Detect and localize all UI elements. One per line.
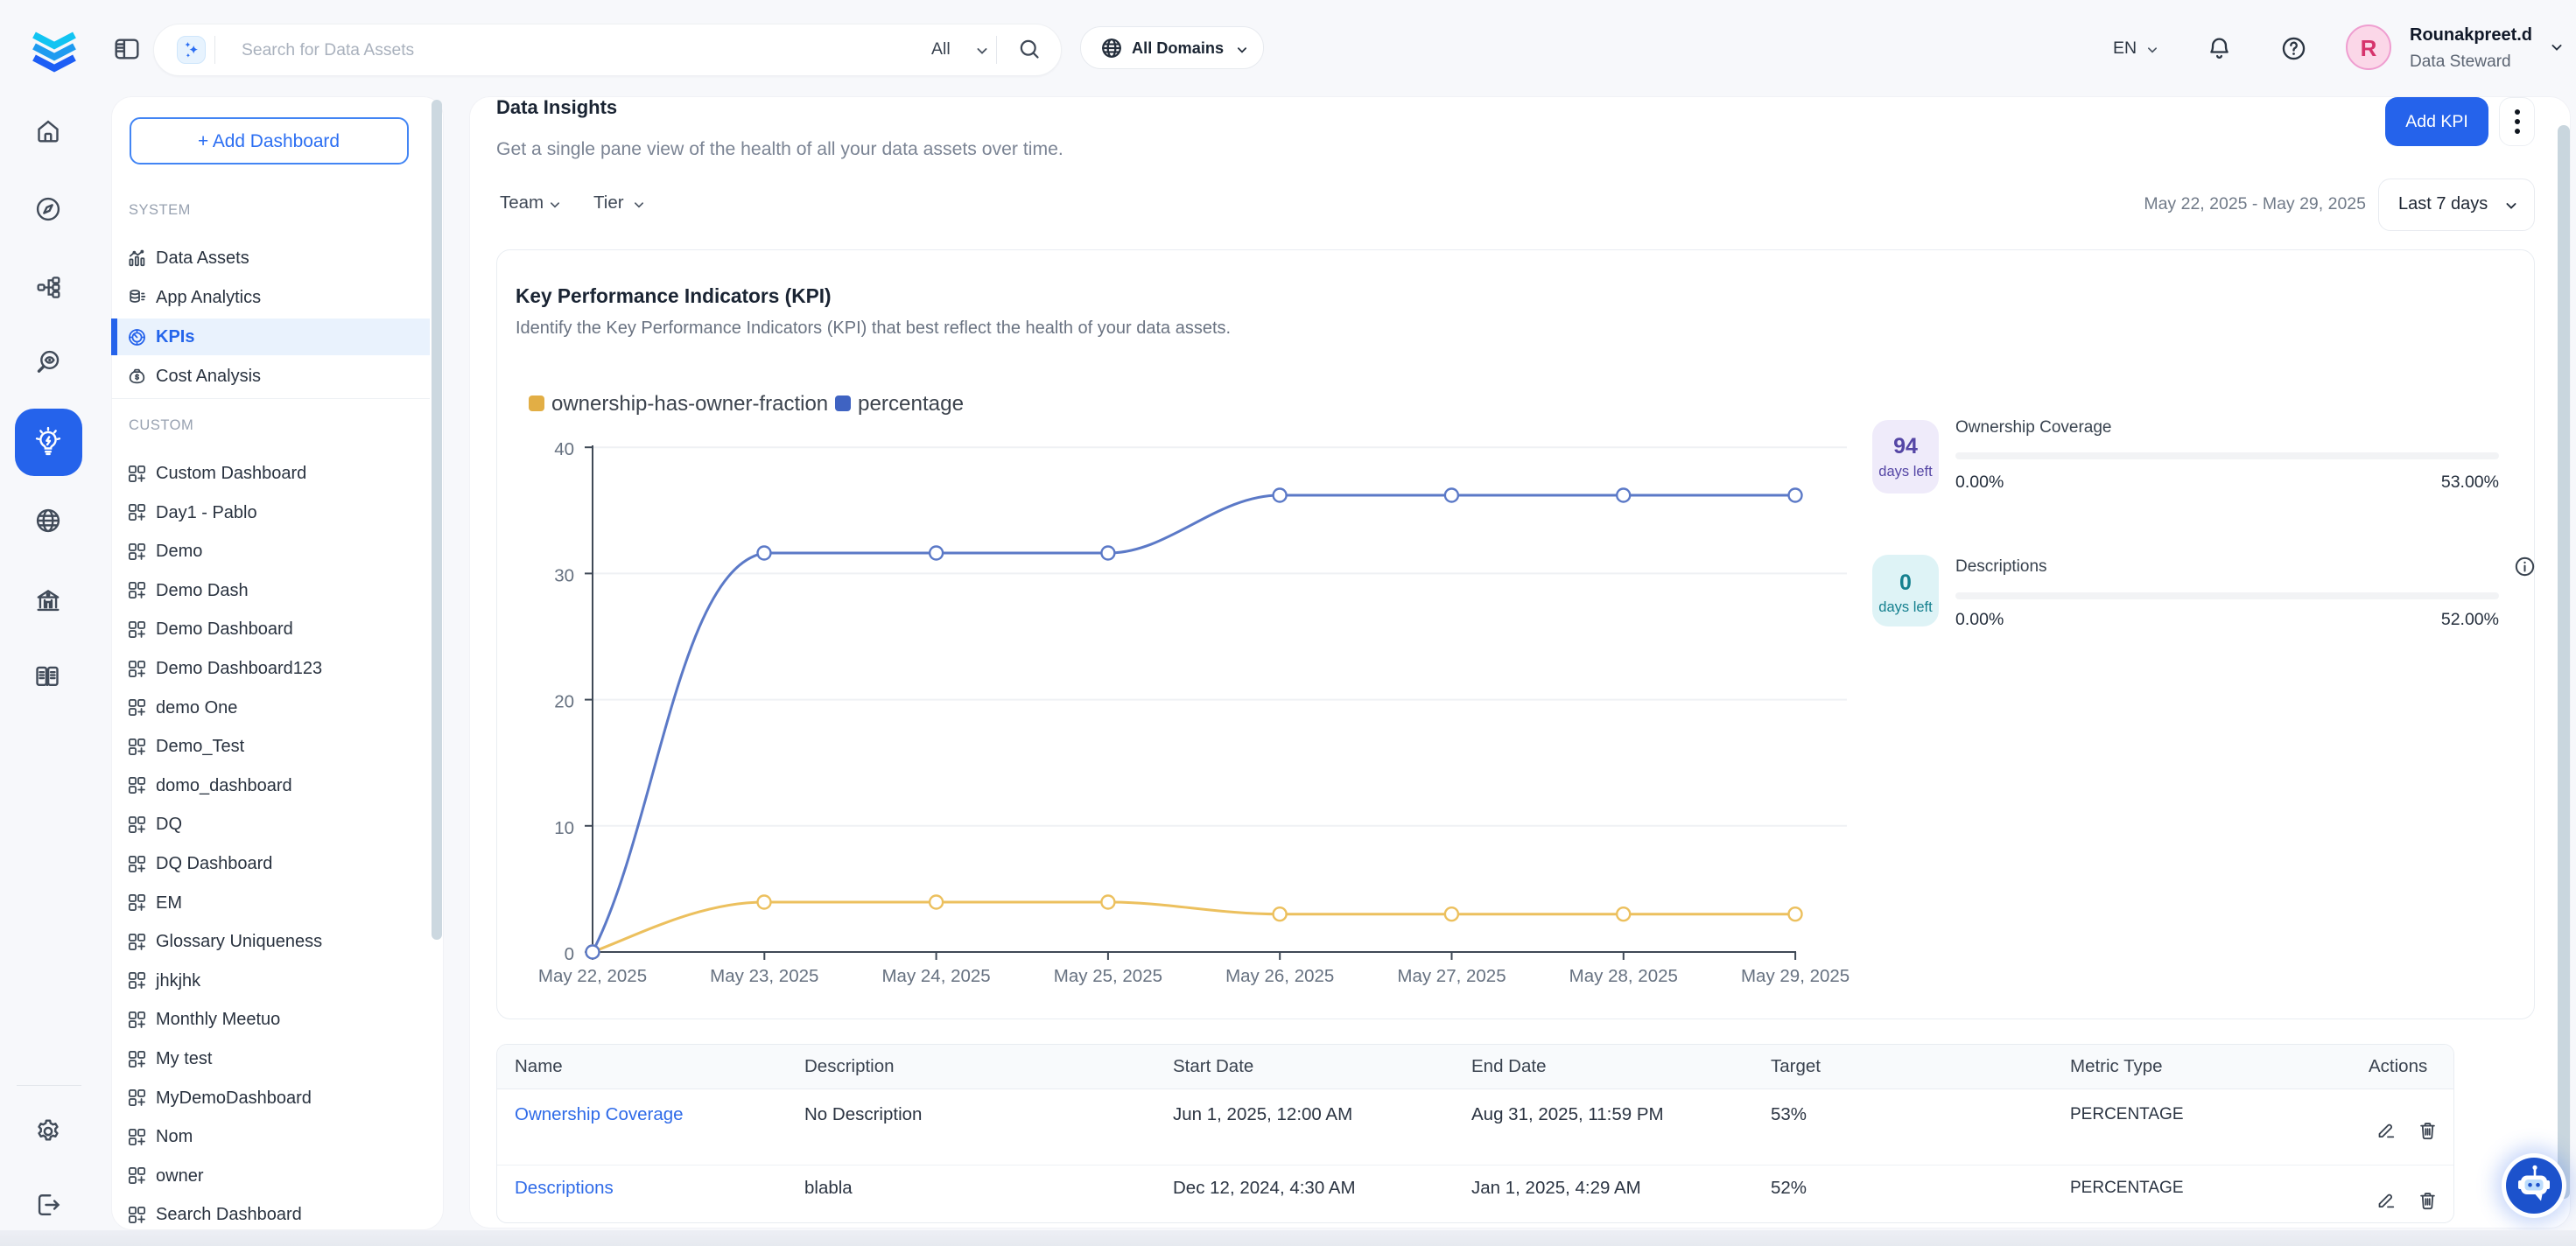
svg-text:May 25, 2025: May 25, 2025 bbox=[1054, 966, 1162, 986]
svg-text:May 27, 2025: May 27, 2025 bbox=[1397, 966, 1506, 986]
svg-text:May 23, 2025: May 23, 2025 bbox=[710, 966, 818, 986]
svg-text:10: 10 bbox=[554, 818, 574, 838]
svg-text:May 26, 2025: May 26, 2025 bbox=[1225, 966, 1334, 986]
svg-text:May 24, 2025: May 24, 2025 bbox=[881, 966, 990, 986]
svg-text:30: 30 bbox=[554, 565, 574, 585]
svg-text:20: 20 bbox=[554, 692, 574, 712]
svg-text:40: 40 bbox=[554, 439, 574, 459]
svg-text:0: 0 bbox=[565, 944, 574, 964]
svg-text:May 22, 2025: May 22, 2025 bbox=[538, 966, 647, 986]
svg-text:May 28, 2025: May 28, 2025 bbox=[1569, 966, 1678, 986]
svg-text:May 29, 2025: May 29, 2025 bbox=[1741, 966, 1850, 986]
